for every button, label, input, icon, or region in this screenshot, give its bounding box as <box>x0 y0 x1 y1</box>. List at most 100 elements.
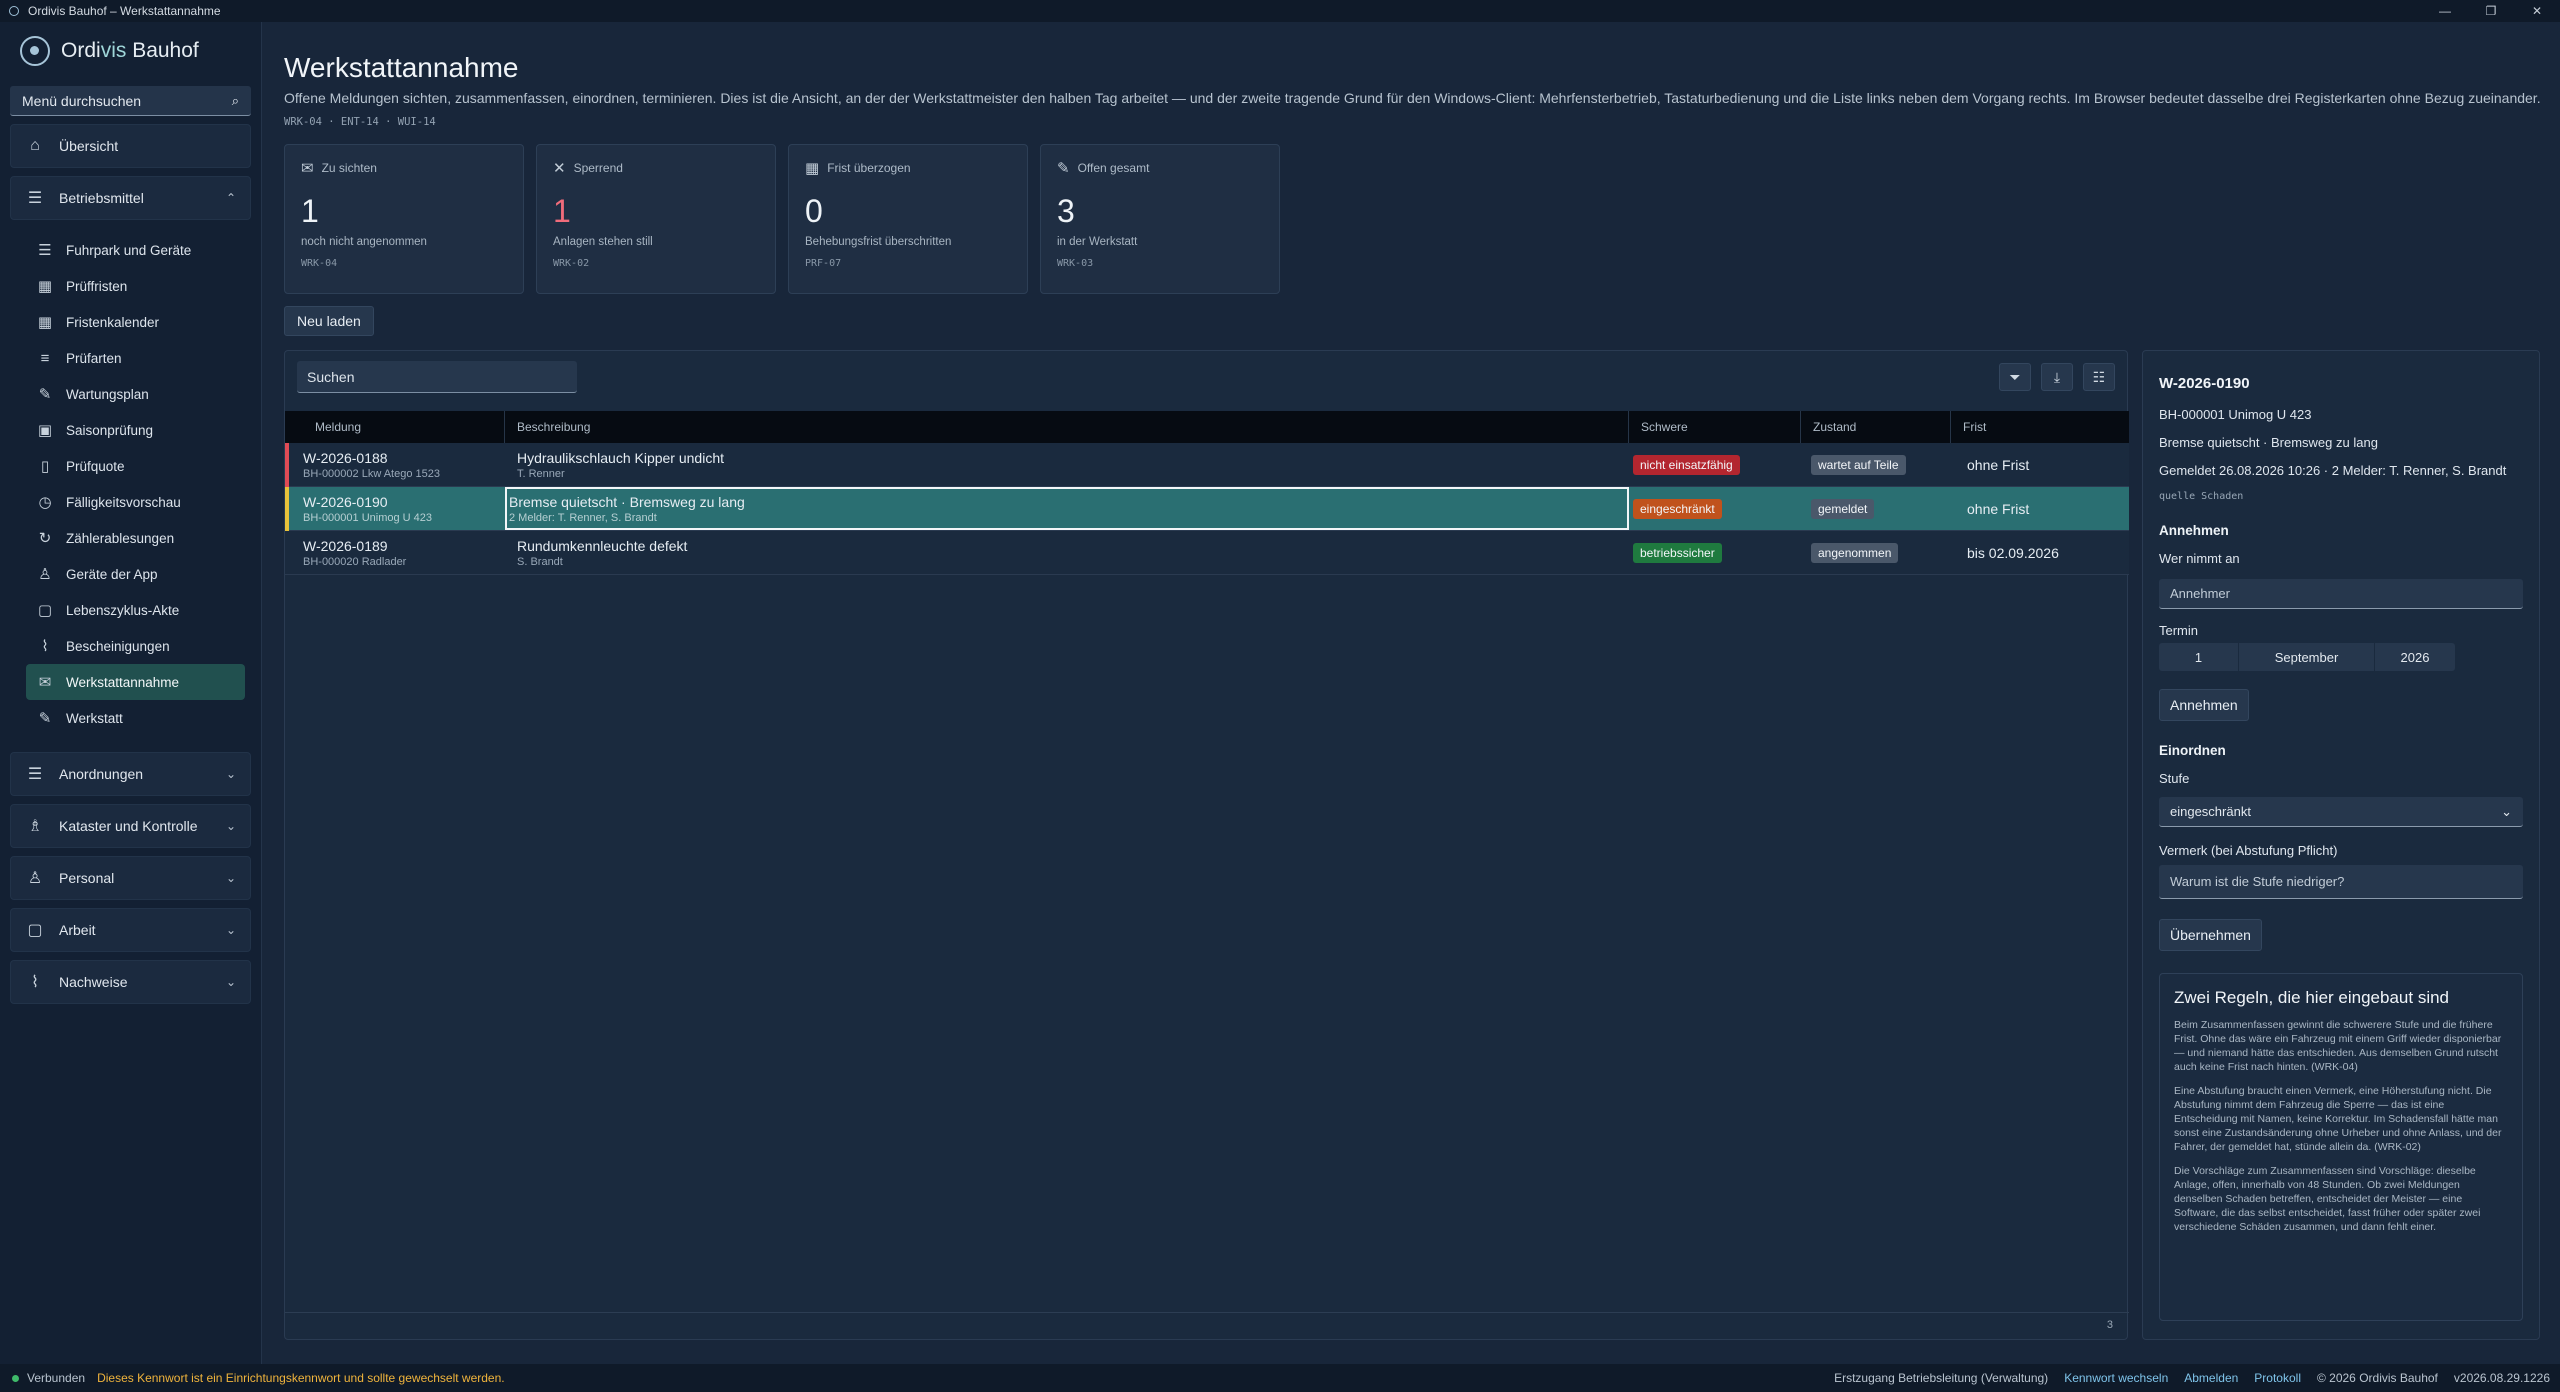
document-icon: ▢ <box>27 922 43 939</box>
logout-link[interactable]: Abmelden <box>2184 1371 2238 1385</box>
filter-icon: ⏷ <box>2009 368 2021 385</box>
list-bullet-icon: ≡ <box>40 349 50 367</box>
sidebar-item-fuhrpark[interactable]: ☰ Fuhrpark und Geräte <box>26 232 245 268</box>
chevron-down-icon: ⌄ <box>225 923 236 937</box>
copyright: © 2026 Ordivis Bauhof <box>2316 1371 2438 1385</box>
sidebar-item-prueffristen[interactable]: ▦ Prüffristen <box>26 268 245 304</box>
chevron-down-icon: ⌄ <box>225 975 236 989</box>
menu-search-input[interactable]: Menü durchsuchen ⌕ <box>10 86 251 116</box>
nav-group-personal[interactable]: ♙ Personal ⌄ <box>10 856 251 900</box>
col-frist[interactable]: Frist <box>1951 411 2129 443</box>
sidebar-item-pruefquote[interactable]: ▯ Prüfquote <box>26 448 245 484</box>
note-input[interactable]: Warum ist die Stufe niedriger? <box>2159 865 2523 899</box>
card-frist-ueberzogen[interactable]: ▦ Frist überzogen 0 Behebungsfrist übersc… <box>788 144 1028 294</box>
sidebar-item-zaehlerablesungen[interactable]: ↻ Zählerablesungen <box>26 520 245 556</box>
card-offen-gesamt[interactable]: ✎ Offen gesamt 3 in der Werkstatt WRK-03 <box>1040 144 1280 294</box>
sidebar-item-werkstatt[interactable]: ✎ Werkstatt <box>26 700 245 736</box>
col-meldung[interactable]: Meldung <box>285 411 505 443</box>
chevron-down-icon: ⌄ <box>225 871 236 885</box>
col-zustand[interactable]: Zustand <box>1801 411 1951 443</box>
current-user: Erstzugang Betriebsleitung (Verwaltung) <box>1834 1371 2049 1385</box>
close-window-button[interactable]: ✕ <box>2514 0 2560 22</box>
nav-overview[interactable]: ⌂ Übersicht <box>10 124 251 168</box>
refresh-icon: ↻ <box>38 530 52 547</box>
reload-button[interactable]: Neu laden <box>284 306 374 336</box>
row-count: 3 <box>2106 1319 2113 1331</box>
log-link[interactable]: Protokoll <box>2254 1371 2301 1385</box>
section-einordnen: Einordnen <box>2159 743 2226 758</box>
section-annehmen: Annehmen <box>2159 523 2229 538</box>
rule-paragraph: Die Vorschläge zum Zusammenfassen sind V… <box>2174 1165 2481 1233</box>
window-titlebar: Ordivis Bauhof – Werkstattannahme — ❐ ✕ <box>0 0 2560 22</box>
card-code: WRK-02 <box>553 258 590 269</box>
sidebar-item-geraete-app[interactable]: ♙ Geräte der App <box>26 556 245 592</box>
rule-paragraph: Eine Abstufung braucht einen Vermerk, ei… <box>2174 1085 2502 1153</box>
severity-badge: betriebssicher <box>1633 542 1722 563</box>
calendar-icon: ▦ <box>37 314 53 331</box>
date-day[interactable]: 1 <box>2159 643 2239 671</box>
card-sub: noch nicht angenommen <box>301 236 427 248</box>
calendar-check-icon: ▣ <box>37 422 53 439</box>
paperclip-icon: ⌇ <box>31 974 39 991</box>
wrench-icon: ✎ <box>1057 160 1070 177</box>
nav-overview-label: Übersicht <box>59 138 119 154</box>
state-badge: wartet auf Teile <box>1811 454 1906 475</box>
card-zu-sichten[interactable]: ✉ Zu sichten 1 noch nicht angenommen WRK-… <box>284 144 524 294</box>
brand: Ordivis Bauhof <box>0 22 261 80</box>
sidebar-item-lebenszyklus[interactable]: ▢ Lebenszyklus-Akte <box>26 592 245 628</box>
app-icon <box>9 6 19 16</box>
date-year[interactable]: 2026 <box>2375 643 2455 671</box>
nav-group-anordnungen[interactable]: ☰ Anordnungen ⌄ <box>10 752 251 796</box>
table-row[interactable]: W-2026-0188 BH-000002 Lkw Atego 1523 Hydr… <box>285 443 2129 487</box>
sidebar-item-wartungsplan[interactable]: ✎ Wartungsplan <box>26 376 245 412</box>
card-value: 0 <box>805 193 823 229</box>
sidebar-item-bescheinigungen[interactable]: ⌇ Bescheinigungen <box>26 628 245 664</box>
sidebar-item-pruefarten[interactable]: ≡ Prüfarten <box>26 340 245 376</box>
nav-group-nachweise[interactable]: ⌇ Nachweise ⌄ <box>10 960 251 1004</box>
table-row-selected[interactable]: W-2026-0190 BH-000001 Unimog U 423 Bremse… <box>285 487 2129 531</box>
table-row[interactable]: W-2026-0189 BH-000020 Radlader Rundumkenn… <box>285 531 2129 575</box>
chevron-up-icon: ⌃ <box>225 191 236 205</box>
clock-icon: ◷ <box>38 494 52 511</box>
acceptor-input[interactable]: Annehmer <box>2159 579 2523 609</box>
list-search-input[interactable]: Suchen <box>297 361 577 393</box>
chevron-down-icon: ⌄ <box>2501 803 2512 819</box>
reports-list-panel: Suchen ⏷ ⤓ ☷ Meldung Beschreibung Schwer… <box>284 350 2129 1340</box>
nav-group-arbeit[interactable]: ▢ Arbeit ⌄ <box>10 908 251 952</box>
sidebar-item-faelligkeitsvorschau[interactable]: ◷ Fälligkeitsvorschau <box>26 484 245 520</box>
reports-table: Meldung Beschreibung Schwere Zustand Fri… <box>285 411 2129 575</box>
col-beschreibung[interactable]: Beschreibung <box>505 411 1629 443</box>
list-icon: ☰ <box>38 242 52 259</box>
col-schwere[interactable]: Schwere <box>1629 411 1801 443</box>
minimize-button[interactable]: — <box>2422 0 2468 22</box>
columns-button[interactable]: ☷ <box>2083 363 2115 391</box>
card-sperrend[interactable]: ✕ Sperrend 1 Anlagen stehen still WRK-02 <box>536 144 776 294</box>
sidebar-item-saisonpruefung[interactable]: ▣ Saisonprüfung <box>26 412 245 448</box>
change-password-link[interactable]: Kennwort wechseln <box>2064 1371 2168 1385</box>
row-marker-red <box>285 443 289 487</box>
nav-group-kataster[interactable]: ♗ Kataster und Kontrolle ⌄ <box>10 804 251 848</box>
status-bar: Verbunden Dieses Kennwort ist ein Einric… <box>0 1364 2560 1392</box>
connection-status: Verbunden <box>27 1371 86 1385</box>
nav-group-betriebsmittel-header[interactable]: ☰ Betriebsmittel ⌃ <box>11 177 250 219</box>
calendar-icon: ▦ <box>805 160 820 177</box>
page-description: Offene Meldungen sichten, zusammenfassen… <box>284 90 2541 106</box>
menu-search-placeholder: Menü durchsuchen <box>22 92 142 109</box>
window-title: Ordivis Bauhof – Werkstattannahme <box>28 4 221 18</box>
detail-asset: BH-000001 Unimog U 423 <box>2159 407 2312 422</box>
card-sub: in der Werkstatt <box>1057 236 1138 248</box>
detail-source: quelle Schaden <box>2159 491 2244 502</box>
apply-button[interactable]: Übernehmen <box>2159 919 2262 951</box>
close-icon: ✕ <box>553 160 566 177</box>
level-select[interactable]: eingeschränkt ⌄ <box>2159 797 2523 827</box>
export-button[interactable]: ⤓ <box>2041 363 2073 391</box>
date-picker[interactable]: 1 September 2026 <box>2159 643 2455 671</box>
accept-button[interactable]: Annehmen <box>2159 689 2249 721</box>
connection-status-icon <box>12 1374 19 1382</box>
sidebar-item-werkstattannahme[interactable]: ✉ Werkstattannahme <box>26 664 245 700</box>
horizontal-scrollbar[interactable] <box>285 1312 2129 1313</box>
date-month[interactable]: September <box>2239 643 2375 671</box>
filter-button[interactable]: ⏷ <box>1999 363 2031 391</box>
maximize-button[interactable]: ❐ <box>2468 0 2514 22</box>
sidebar-item-fristenkalender[interactable]: ▦ Fristenkalender <box>26 304 245 340</box>
